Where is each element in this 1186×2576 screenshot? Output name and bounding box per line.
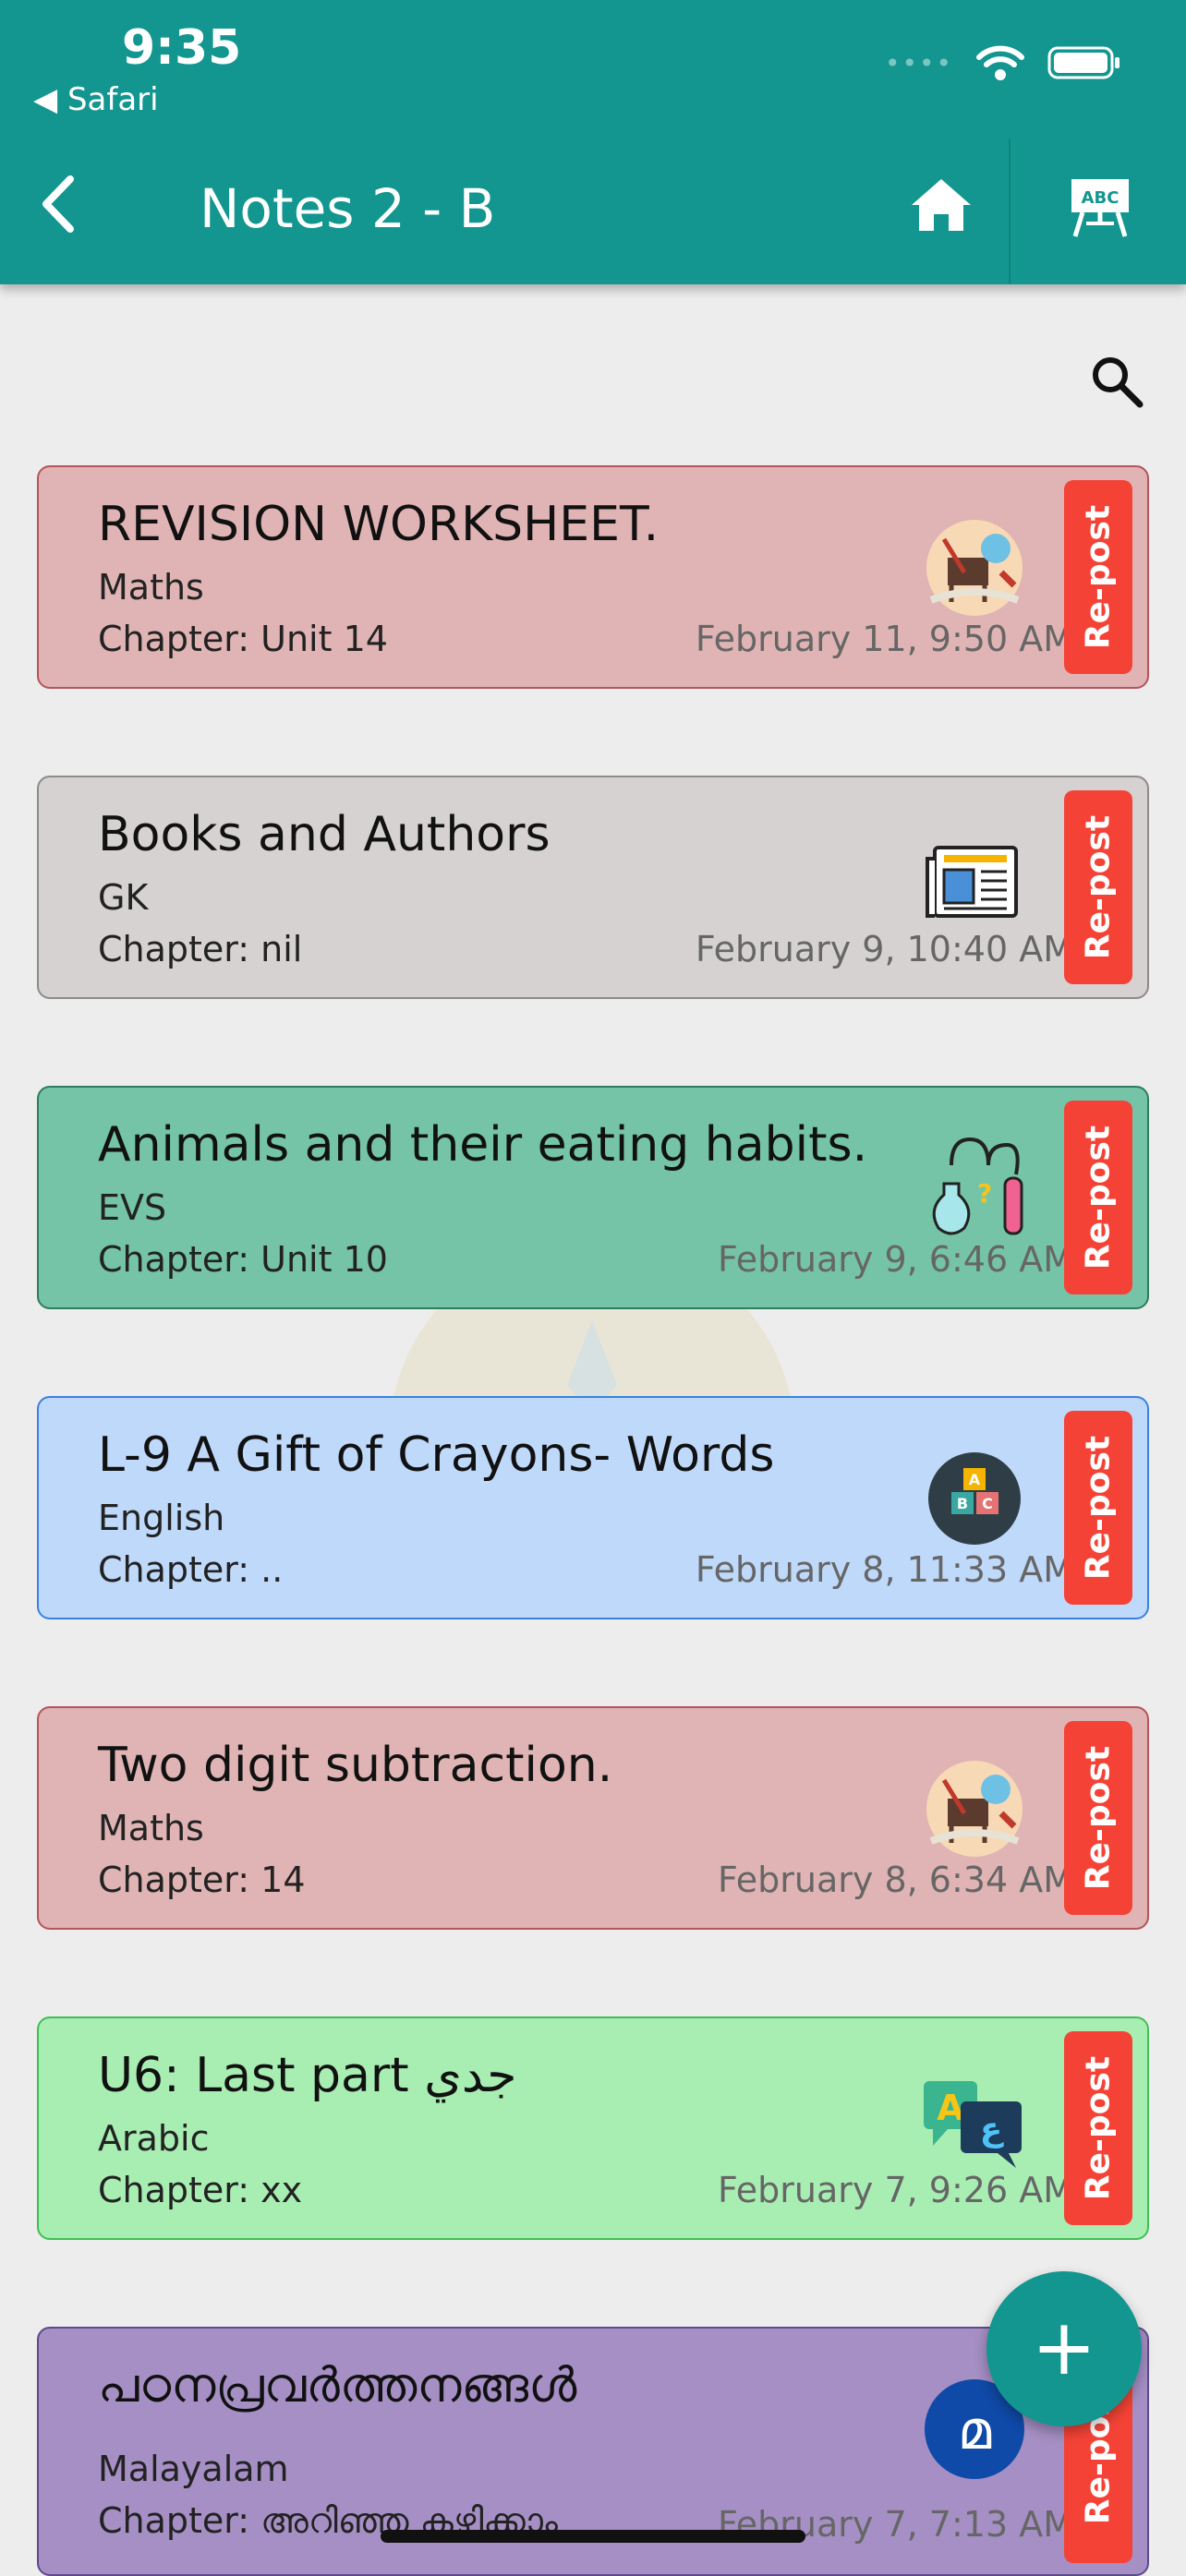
maths-icon [926,520,1023,616]
repost-label: Re-post [1079,504,1118,650]
page-title: Notes 2 - B [200,177,496,240]
note-title: REVISION WORKSHEET. [98,497,660,552]
note-card[interactable]: Books and Authors GK Chapter: nil Februa… [37,776,1149,999]
svg-text:A: A [937,2088,964,2128]
abc-blocks-icon: A B C [928,1452,1021,1545]
note-subject: English [98,1498,225,1538]
repost-label: Re-post [1079,1435,1118,1581]
note-card[interactable]: REVISION WORKSHEET. Maths Chapter: Unit … [37,465,1149,689]
note-card[interactable]: Animals and their eating habits. EVS Cha… [37,1086,1149,1309]
note-subject: EVS [98,1187,167,1228]
note-subject: GK [98,877,149,918]
note-title: L-9 A Gift of Crayons- Words [98,1427,775,1483]
classroom-board-icon: ABC [1071,179,1129,237]
note-subject: Maths [98,1808,204,1848]
repost-button[interactable]: Re-post [1064,790,1132,984]
note-date: February 9, 6:46 AM [718,1239,1073,1280]
status-icons: •••• [885,44,1121,81]
back-to-safari[interactable]: ◀ Safari [33,81,159,118]
app-header: 9:35 ◀ Safari •••• Notes 2 - B ABC [0,0,1186,284]
repost-label: Re-post [1079,814,1118,960]
note-title: U6: Last part جدي [98,2048,517,2103]
note-chapter: Chapter: .. [98,1549,284,1590]
plus-icon: + [1031,2302,1097,2392]
language-icon: A ع [924,2081,1022,2168]
svg-text:?: ? [977,1178,992,1209]
note-subject: Maths [98,567,204,608]
note-card[interactable]: L-9 A Gift of Crayons- Words English Cha… [37,1396,1149,1619]
svg-text:A: A [969,1471,981,1488]
note-title: Books and Authors [98,807,551,862]
note-subject: Malayalam [98,2449,289,2489]
note-chapter: Chapter: Unit 14 [98,619,388,659]
search-icon[interactable] [1090,355,1145,410]
svg-text:B: B [957,1495,968,1512]
note-chapter: Chapter: Unit 10 [98,1239,388,1280]
note-date: February 8, 6:34 AM [718,1860,1073,1900]
newspaper-icon [926,846,1018,918]
note-subject: Arabic [98,2118,210,2159]
home-icon[interactable] [910,175,973,235]
svg-text:ع: ع [980,2111,1004,2149]
note-date: February 9, 10:40 AM [695,929,1073,969]
note-date: February 7, 9:26 AM [718,2170,1073,2210]
repost-button[interactable]: Re-post [1064,1721,1132,1915]
note-title: പഠനപ്രവർത്തനങ്ങൾ [98,2358,577,2413]
repost-button[interactable]: Re-post [1064,480,1132,674]
svg-text:ABC: ABC [1082,188,1119,208]
repost-button[interactable]: Re-post [1064,1411,1132,1605]
note-date: February 11, 9:50 AM [695,619,1073,659]
note-chapter: Chapter: 14 [98,1860,306,1900]
wifi-icon [976,45,1024,80]
svg-text:C: C [982,1495,993,1512]
repost-button[interactable]: Re-post [1064,1101,1132,1294]
science-icon: ? [932,1138,1023,1235]
note-title: Animals and their eating habits. [98,1117,868,1173]
repost-button[interactable]: Re-post [1064,2031,1132,2225]
classroom-board-button[interactable]: ABC [1009,138,1186,284]
note-chapter: Chapter: xx [98,2170,303,2210]
note-card[interactable]: Two digit subtraction. Maths Chapter: 14… [37,1706,1149,1930]
repost-label: Re-post [1079,2055,1118,2201]
note-chapter: Chapter: nil [98,929,303,969]
note-card[interactable]: U6: Last part جدي Arabic Chapter: xx Feb… [37,2016,1149,2240]
back-arrow-icon[interactable] [33,172,89,236]
maths-icon [926,1761,1023,1857]
add-note-button[interactable]: + [986,2271,1142,2426]
signal-dots: •••• [884,47,953,78]
battery-icon [1047,46,1119,79]
home-indicator [381,2530,805,2543]
repost-label: Re-post [1079,1745,1118,1891]
note-date: February 8, 11:33 AM [695,1549,1073,1590]
note-title: Two digit subtraction. [98,1738,613,1793]
repost-label: Re-post [1079,1125,1118,1270]
status-time: 9:35 [122,20,242,76]
